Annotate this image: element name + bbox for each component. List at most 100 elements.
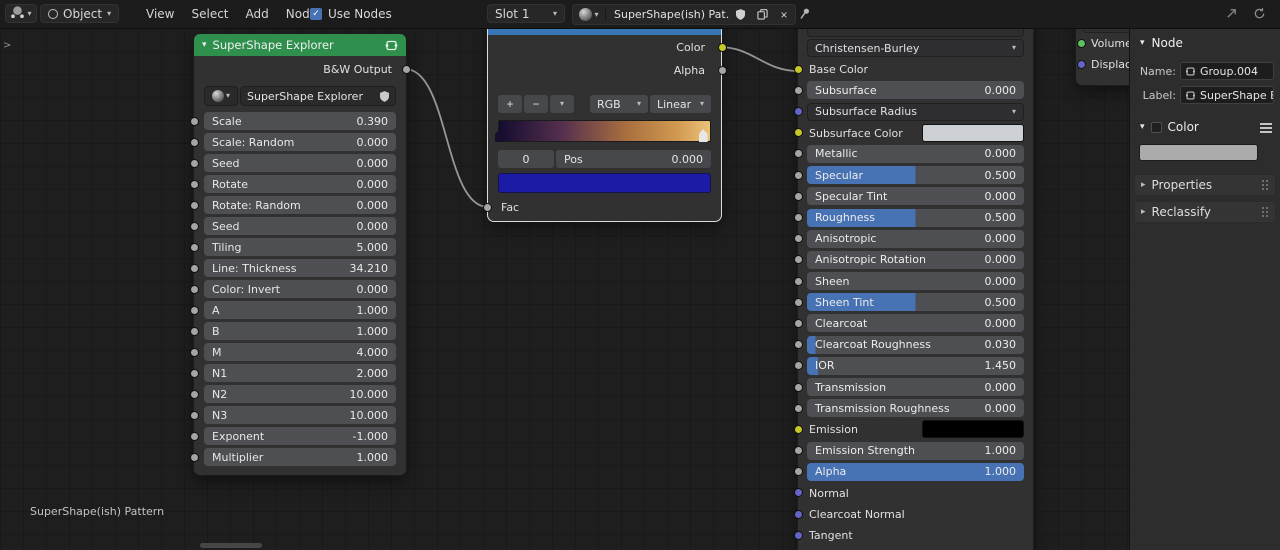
use-nodes-checkbox[interactable]: ✓ Use Nodes	[310, 0, 392, 28]
remove-stop-button[interactable]: −	[524, 95, 548, 113]
input-socket[interactable]	[793, 213, 803, 222]
input-socket[interactable]	[1077, 60, 1086, 69]
dropdown-field[interactable]: Subsurface Radius ▾	[807, 102, 1024, 121]
ramp-color-swatch[interactable]	[498, 173, 711, 193]
value-field[interactable]: Seed 0.000	[204, 154, 396, 172]
slider-field[interactable]: Anisotropic 0.000	[807, 229, 1024, 248]
input-socket[interactable]	[793, 509, 803, 519]
shield-icon[interactable]	[380, 90, 389, 102]
input-socket[interactable]	[189, 284, 199, 294]
input-socket[interactable]	[793, 446, 803, 456]
value-field[interactable]: Seed 0.000	[204, 217, 396, 235]
node-label-field[interactable]: SuperShape Ex	[1180, 86, 1274, 104]
input-socket[interactable]	[189, 326, 199, 336]
group-browse-dropdown[interactable]: ▾	[204, 86, 238, 106]
node-principled-bsdf[interactable]: Christensen-Burley Christensen-Burley ▾ …	[793, 6, 1034, 550]
input-socket[interactable]	[189, 410, 199, 420]
slider-field[interactable]: Alpha 1.000	[807, 462, 1024, 481]
input-socket[interactable]	[189, 116, 199, 126]
input-socket[interactable]	[793, 488, 803, 498]
duplicate-material-button[interactable]	[751, 9, 773, 20]
slider-field[interactable]: Anisotropic Rotation 0.000	[807, 250, 1024, 269]
shader-type-dropdown[interactable]: Object ▾	[40, 4, 120, 23]
input-socket[interactable]	[793, 276, 803, 286]
slider-field[interactable]: Sheen Tint 0.500	[807, 293, 1024, 312]
input-socket[interactable]	[793, 191, 803, 201]
input-socket[interactable]	[793, 403, 803, 413]
input-socket[interactable]	[189, 137, 199, 147]
stop-position-field[interactable]: Pos 0.000	[556, 150, 711, 168]
value-field[interactable]: Rotate: Random 0.000	[204, 196, 396, 214]
ramp-gradient[interactable]	[495, 120, 711, 142]
slider-field[interactable]: Metallic 0.000	[807, 144, 1024, 163]
fake-user-shield-button[interactable]	[729, 9, 751, 20]
value-field[interactable]: Line: Thickness 34.210	[204, 259, 396, 277]
color-swatch[interactable]	[922, 420, 1024, 439]
slider-field[interactable]: Specular 0.500	[807, 166, 1024, 185]
node-colorramp[interactable]: Color Alpha + − ▾ RGB ▾ Linear ▾ 0 Pos 0…	[482, 12, 727, 222]
input-socket[interactable]	[189, 221, 199, 231]
panel-header-color[interactable]: ▾ Color	[1140, 120, 1272, 134]
output-socket-alpha[interactable]	[717, 66, 727, 75]
editor-type-dropdown[interactable]: ▾	[5, 4, 37, 23]
node-color-field[interactable]	[1139, 144, 1258, 161]
input-socket[interactable]	[793, 424, 803, 434]
input-socket[interactable]	[189, 389, 199, 399]
input-socket[interactable]	[189, 242, 199, 252]
value-field[interactable]: B 1.000	[204, 322, 396, 340]
value-field[interactable]: N3 10.000	[204, 406, 396, 424]
input-socket[interactable]	[189, 431, 199, 441]
value-field[interactable]: Scale: Random 0.000	[204, 133, 396, 151]
slider-field[interactable]: Sheen 0.000	[807, 272, 1024, 291]
value-field[interactable]: M 4.000	[204, 343, 396, 361]
input-socket[interactable]	[793, 530, 803, 540]
value-field[interactable]: Tiling 5.000	[204, 238, 396, 256]
input-socket[interactable]	[793, 255, 803, 265]
pin-icon[interactable]	[797, 4, 813, 23]
value-field[interactable]: N2 10.000	[204, 385, 396, 403]
stop-index-field[interactable]: 0	[498, 150, 554, 168]
ramp-options-dropdown[interactable]: ▾	[550, 95, 574, 113]
dropdown-field[interactable]: Christensen-Burley ▾	[807, 39, 1024, 57]
input-socket[interactable]	[189, 179, 199, 189]
slider-field[interactable]: Emission Strength 1.000	[807, 441, 1024, 460]
slot-dropdown[interactable]: Slot 1 ▾	[487, 4, 565, 23]
menu-item[interactable]: Add	[246, 7, 269, 21]
material-name-field[interactable]: SuperShape(ish) Pat...	[605, 8, 729, 21]
collapsed-panel[interactable]: ▸ Properties	[1134, 174, 1276, 196]
horizontal-scrollbar[interactable]	[200, 543, 262, 548]
slider-field[interactable]: Subsurface 0.000	[807, 81, 1024, 100]
input-socket[interactable]	[189, 305, 199, 315]
slider-field[interactable]: Transmission 0.000	[807, 378, 1024, 396]
value-field[interactable]: Rotate 0.000	[204, 175, 396, 193]
input-socket[interactable]	[793, 382, 803, 392]
input-socket[interactable]	[793, 128, 803, 138]
slider-field[interactable]: Clearcoat Roughness 0.030	[807, 335, 1024, 354]
node-supershape-explorer[interactable]: ▾ SuperShape Explorer B&W Output ▾ Super…	[189, 33, 411, 476]
ramp-stop-marker[interactable]	[495, 129, 504, 142]
slider-field[interactable]: IOR 1.450	[807, 356, 1024, 375]
value-field[interactable]: A 1.000	[204, 301, 396, 319]
slider-field[interactable]: Transmission Roughness 0.000	[807, 399, 1024, 418]
unlink-material-button[interactable]: ×	[773, 8, 795, 22]
output-socket-color[interactable]	[717, 43, 727, 52]
input-socket[interactable]	[189, 158, 199, 168]
presets-list-icon[interactable]	[1260, 122, 1272, 133]
input-socket[interactable]	[793, 149, 803, 159]
input-socket[interactable]	[189, 452, 199, 462]
node-name-field[interactable]: Group.004	[1180, 62, 1274, 80]
slider-field[interactable]: Roughness 0.500	[807, 208, 1024, 227]
add-stop-button[interactable]: +	[498, 95, 522, 113]
input-socket[interactable]	[793, 340, 803, 350]
panel-header-node[interactable]: ▾ Node	[1140, 36, 1183, 50]
input-socket-fac[interactable]	[482, 203, 492, 212]
input-socket[interactable]	[189, 347, 199, 357]
input-socket[interactable]	[793, 297, 803, 307]
node-header[interactable]: ▾ SuperShape Explorer	[194, 34, 406, 56]
group-name-field[interactable]: SuperShape Explorer	[240, 86, 396, 106]
value-field[interactable]: Scale 0.390	[204, 112, 396, 130]
region-toggle-arrow[interactable]: >	[3, 40, 11, 51]
go-to-parent-icon[interactable]	[1225, 7, 1238, 23]
input-socket[interactable]	[793, 361, 803, 371]
input-socket[interactable]	[189, 368, 199, 378]
